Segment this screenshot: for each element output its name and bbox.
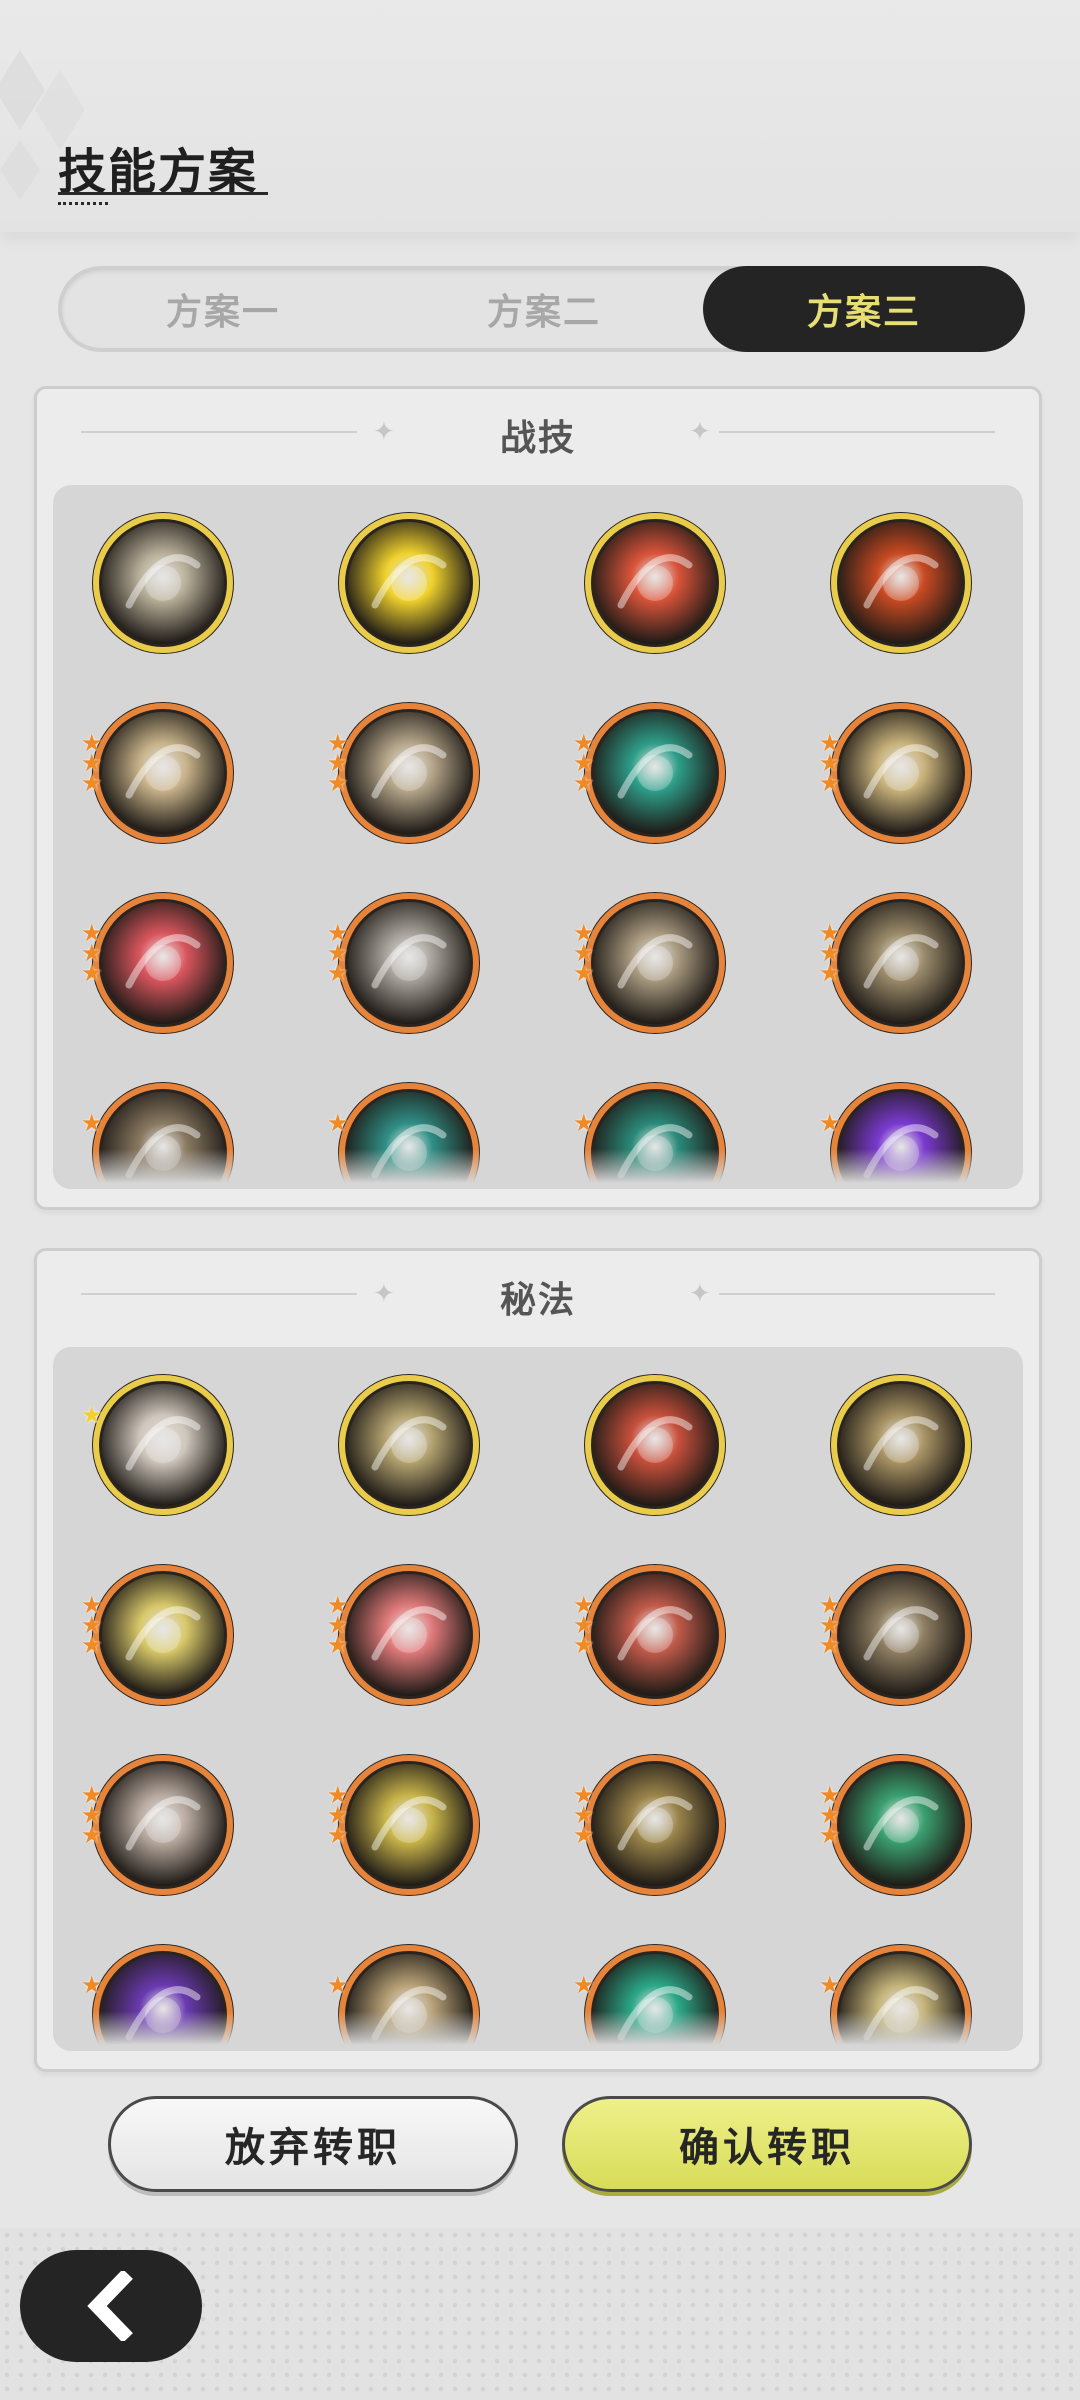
star-rank-icon: ★ ★ ★	[81, 1781, 103, 1849]
title-underline	[58, 192, 268, 195]
star-rank-icon: ★ ★ ★	[819, 1781, 841, 1849]
burst-icon[interactable]: ★ ★ ★	[81, 699, 237, 847]
header-bar: 技能方案	[0, 0, 1080, 232]
slash-icon[interactable]: ★ ★ ★	[819, 699, 975, 847]
tab-plan-2[interactable]: 方案二	[383, 266, 705, 352]
whirlwind-icon[interactable]	[89, 509, 237, 657]
blood-slash-icon[interactable]: ★ ★ ★	[573, 1561, 729, 1709]
section-title: 战技	[499, 418, 576, 459]
heart-heal-icon[interactable]: ★ ★ ★	[819, 1751, 975, 1899]
star-rank-icon: ★ ★ ★	[819, 919, 841, 987]
star-rank-icon: ★ ★ ★	[573, 1591, 595, 1659]
beast-icon[interactable]: ★ ★ ★	[819, 1561, 975, 1709]
grab-icon[interactable]: ★ ★ ★	[573, 889, 729, 1037]
combat-skills-panel: ✦ ✦ 战技 ★ ★ ★ ★ ★ ★ ★ ★ ★ ★ ★ ★ ★ ★ ★ ★ ★ ★ ★ ★ ★ ★ ★ ★ ★ ★ ★ ★	[34, 386, 1042, 1210]
star-rank-icon: ★ ★ ★	[81, 1591, 103, 1659]
star-rank-icon: ★ ★ ★	[81, 919, 103, 987]
star-rank-icon: ★ ★ ★	[573, 1781, 595, 1849]
star-rank-icon: ★	[573, 1971, 595, 1999]
star-rank-icon: ★ ★ ★	[573, 729, 595, 797]
vortex-icon[interactable]	[827, 1371, 975, 1519]
star-rank-icon: ★ ★ ★	[819, 1591, 841, 1659]
star-rank-icon: ★ ★ ★	[573, 919, 595, 987]
eye-icon[interactable]: ★ ★ ★	[81, 1561, 237, 1709]
title-dots	[58, 202, 108, 205]
star-rank-icon: ★	[81, 1971, 103, 1999]
tab-plan-3[interactable]: 方案三	[703, 266, 1025, 352]
armor-icon[interactable]	[581, 1371, 729, 1519]
star-rank-icon: ★ ★ ★	[327, 1781, 349, 1849]
leap-icon[interactable]: ★	[81, 1079, 237, 1189]
flame-slash-icon[interactable]	[581, 509, 729, 657]
dark-wave-icon[interactable]: ★	[81, 1941, 237, 2051]
skill-grid-arcane[interactable]: ★ ★ ★ ★ ★ ★ ★ ★ ★ ★ ★ ★ ★ ★ ★ ★ ★ ★ ★ ★ ★ ★ ★ ★ ★ ★ ★ ★ ★	[53, 1347, 1023, 2051]
back-button[interactable]	[20, 2250, 202, 2362]
charge-icon[interactable]: ★ ★ ★	[327, 889, 483, 1037]
dagger-icon[interactable]: ★ ★ ★	[81, 1751, 237, 1899]
golem-icon[interactable]	[335, 1371, 483, 1519]
blade-icon[interactable]: ★	[81, 1371, 237, 1519]
star-rank-icon: ★ ★ ★	[819, 729, 841, 797]
star-rank-icon: ★	[819, 1971, 841, 1999]
tab-plan-1[interactable]: 方案一	[62, 266, 384, 352]
fire-icon[interactable]	[827, 509, 975, 657]
star-rank-icon: ★ ★ ★	[327, 919, 349, 987]
plan-tabs: 方案一 方案二 方案三	[58, 266, 1025, 352]
swirl-icon[interactable]: ★ ★ ★	[327, 699, 483, 847]
spirit-icon[interactable]: ★ ★ ★	[327, 1751, 483, 1899]
section-title: 秘法	[499, 1280, 576, 1321]
confirm-class-change-button[interactable]: 确认转职	[562, 2096, 972, 2192]
skill-grid-combat[interactable]: ★ ★ ★ ★ ★ ★ ★ ★ ★ ★ ★ ★ ★ ★ ★ ★ ★ ★ ★ ★ ★ ★ ★ ★ ★ ★ ★ ★	[53, 485, 1023, 1189]
moon-heal-icon[interactable]: ★	[819, 1941, 975, 2051]
crescent-strike-icon[interactable]: ★ ★ ★	[819, 889, 975, 1037]
star-rank-icon: ★ ★ ★	[81, 729, 103, 797]
arcane-skills-panel: ✦ ✦ 秘法 ★ ★ ★ ★ ★ ★ ★ ★ ★ ★ ★ ★ ★ ★ ★ ★ ★ ★ ★ ★ ★ ★ ★ ★ ★ ★ ★ ★ ★	[34, 1248, 1042, 2072]
star-rank-icon: ★	[327, 1109, 349, 1137]
back-arrow-icon	[87, 2271, 133, 2341]
sword-up-icon[interactable]: ★	[327, 1941, 483, 2051]
star-rank-icon: ★	[81, 1109, 103, 1137]
wind-wave-icon[interactable]: ★ ★ ★	[573, 699, 729, 847]
star-rank-icon: ★	[819, 1109, 841, 1137]
star-rank-icon: ★ ★ ★	[327, 729, 349, 797]
sword-heal-icon[interactable]: ★ ★ ★	[327, 1561, 483, 1709]
abandon-class-change-button[interactable]: 放弃转职	[108, 2096, 518, 2192]
leaf-blade-icon[interactable]: ★	[573, 1941, 729, 2051]
void-icon[interactable]: ★	[819, 1079, 975, 1189]
web-icon[interactable]: ★	[327, 1079, 483, 1189]
star-rank-icon: ★ ★ ★	[327, 1591, 349, 1659]
warrior-cry-icon[interactable]: ★ ★ ★	[81, 889, 237, 1037]
star-rank-icon: ★	[573, 1109, 595, 1137]
shield-up-icon[interactable]	[335, 509, 483, 657]
star-rank-icon: ★	[81, 1401, 103, 1429]
sword-icon[interactable]: ★	[573, 1079, 729, 1189]
chestplate-icon[interactable]: ★ ★ ★	[573, 1751, 729, 1899]
star-rank-icon: ★	[327, 1971, 349, 1999]
